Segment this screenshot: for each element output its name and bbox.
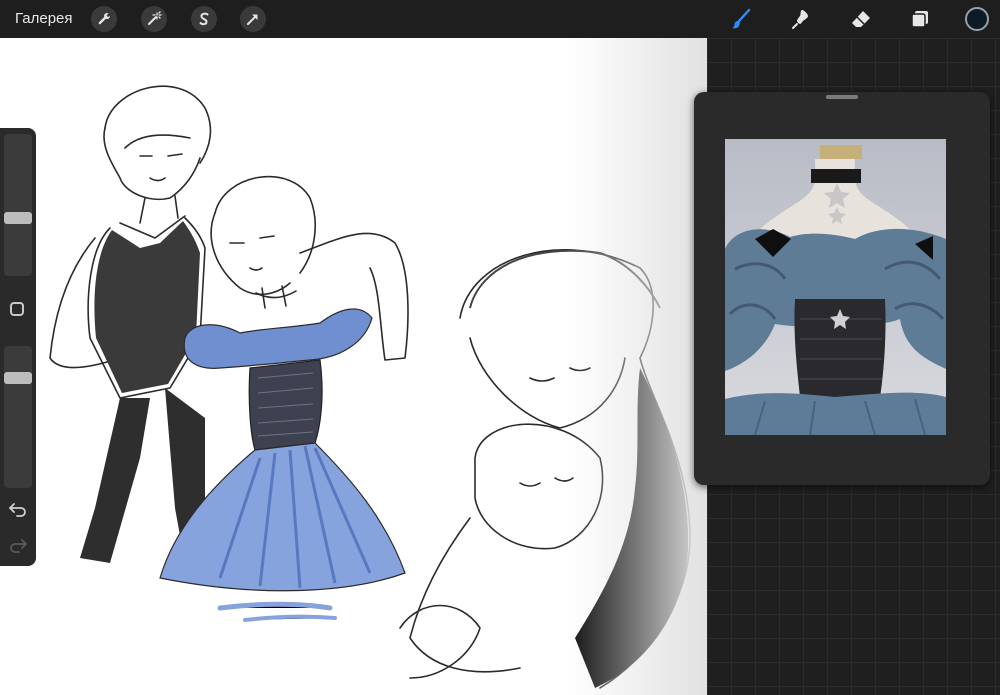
canvas-edge-shadow bbox=[567, 38, 707, 695]
undo-icon[interactable] bbox=[7, 500, 29, 518]
wrench-icon[interactable] bbox=[91, 6, 117, 32]
active-color-swatch[interactable] bbox=[965, 7, 989, 31]
eraser-icon[interactable] bbox=[848, 6, 874, 32]
opacity-slider[interactable] bbox=[4, 346, 32, 488]
left-sidebar bbox=[0, 128, 36, 566]
reference-drag-handle[interactable] bbox=[826, 95, 858, 99]
brush-size-thumb[interactable] bbox=[4, 212, 32, 224]
redo-icon[interactable] bbox=[7, 536, 29, 554]
gallery-button[interactable]: Галерея bbox=[15, 10, 73, 27]
reference-photo bbox=[725, 139, 946, 435]
modify-button[interactable] bbox=[10, 302, 24, 316]
opacity-thumb[interactable] bbox=[4, 372, 32, 384]
smudge-icon[interactable] bbox=[788, 6, 814, 32]
drawing-canvas[interactable] bbox=[0, 38, 707, 695]
top-toolbar: Галерея bbox=[0, 0, 1000, 39]
reference-window[interactable] bbox=[694, 92, 990, 485]
magic-wand-icon[interactable] bbox=[141, 6, 167, 32]
brush-icon[interactable] bbox=[728, 6, 754, 32]
layers-icon[interactable] bbox=[907, 6, 933, 32]
brush-size-slider[interactable] bbox=[4, 134, 32, 276]
transform-arrow-icon[interactable] bbox=[240, 6, 266, 32]
selection-s-icon[interactable] bbox=[191, 6, 217, 32]
